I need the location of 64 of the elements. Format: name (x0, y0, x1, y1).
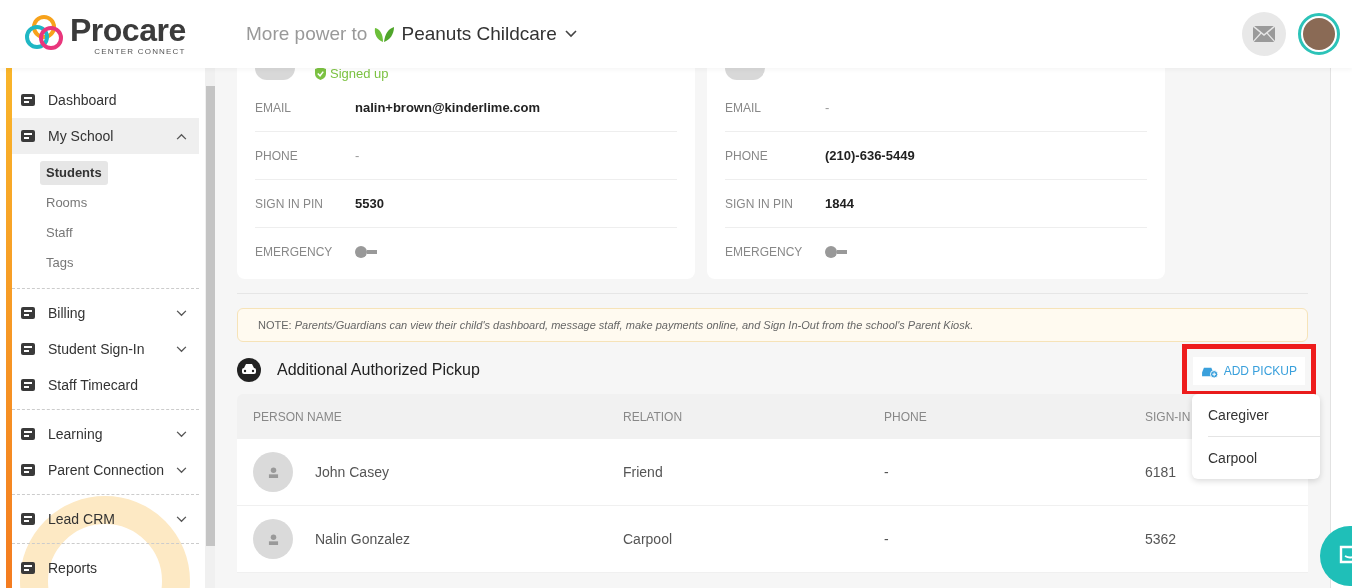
sidebar-group[interactable]: My School (12, 118, 199, 154)
sidebar-subitem[interactable]: Rooms (40, 188, 94, 218)
messages-button[interactable] (1242, 12, 1286, 56)
table-cell-text: - (883, 464, 890, 480)
emergency-toggle[interactable] (825, 245, 847, 258)
column-header: RELATION (622, 409, 684, 424)
chevron-down-icon (175, 309, 187, 317)
table-cell-text: - (883, 531, 890, 547)
table-cell-text: Carpool (622, 531, 674, 547)
sidebar-group[interactable]: Parent Connection (12, 452, 199, 488)
chevron-down-icon (175, 466, 187, 474)
chevron-down-icon (564, 30, 577, 38)
sidebar-subitem[interactable]: Tags (40, 248, 80, 278)
logo-name: Procare (70, 12, 186, 47)
chevron-up-icon (175, 132, 187, 140)
field-value: 5530 (355, 196, 384, 211)
table-cell: Nalin Gonzalez (315, 531, 410, 547)
note-banner: NOTE: Parents/Guardians can view their child's dashboard, message staff, make payments online, and Sign In-Out from the school's Parent Kiosk. (237, 308, 1308, 342)
field-label: SIGN IN PIN (255, 196, 324, 211)
sidebar-item[interactable]: Reports (12, 550, 199, 586)
menu-item[interactable]: Caregiver (1208, 394, 1320, 437)
slogan: More power to (246, 23, 368, 45)
menu-item[interactable]: Carpool (1208, 437, 1320, 479)
leaf-icon (373, 25, 396, 43)
user-avatar[interactable] (1298, 13, 1340, 55)
field-label: SIGN IN PIN (725, 196, 794, 211)
field-label: PHONE (725, 148, 769, 163)
column-header: PHONE (883, 409, 928, 424)
table-cell-text: 6181 (1144, 464, 1178, 480)
column-header: PERSON NAME (252, 409, 343, 424)
field-label: EMERGENCY (725, 244, 804, 259)
sidebar-group[interactable]: Billing (12, 295, 199, 331)
sidebar-item[interactable]: Dashboard (12, 82, 199, 118)
sidebar-group[interactable]: Lead CRM (12, 501, 199, 537)
column-header: SIGN-IN (1144, 409, 1191, 424)
table-cell-text: Friend (622, 464, 664, 480)
field-value: (210)-636-5449 (825, 148, 915, 163)
field-value: - (355, 148, 360, 163)
school-selector[interactable]: Peanuts Childcare (401, 23, 577, 45)
emergency-toggle[interactable] (355, 245, 377, 258)
field-label: PHONE (255, 148, 299, 163)
person-silhouette-icon (267, 466, 279, 478)
chevron-down-icon (175, 430, 187, 438)
sidebar-subitem[interactable]: Students (40, 161, 108, 185)
sidebar-subitem[interactable]: Staff (40, 218, 79, 248)
chevron-down-icon (175, 515, 187, 523)
sidebar-group[interactable]: Student Sign-In (12, 331, 199, 367)
field-label: EMAIL (255, 100, 292, 115)
field-value: - (825, 100, 830, 115)
envelope-icon (1253, 26, 1275, 42)
section-title: Additional Authorized Pickup (277, 361, 480, 379)
signed-up-status: Signed up (315, 66, 389, 81)
table-cell-text: 5362 (1144, 531, 1178, 547)
sidebar-item[interactable]: Staff Timecard (12, 367, 199, 403)
person-silhouette-icon (267, 533, 279, 545)
chevron-down-icon (175, 345, 187, 353)
field-value: 1844 (825, 196, 854, 211)
field-label: EMAIL (725, 100, 762, 115)
logo-tagline: CENTER CONNECT (94, 46, 186, 56)
car-icon (237, 358, 261, 382)
sidebar-group[interactable]: Learning (12, 416, 199, 452)
table-cell: John Casey (315, 464, 389, 480)
field-label: EMERGENCY (255, 244, 334, 259)
field-value: nalin+brown@kinderlime.com (355, 100, 540, 115)
